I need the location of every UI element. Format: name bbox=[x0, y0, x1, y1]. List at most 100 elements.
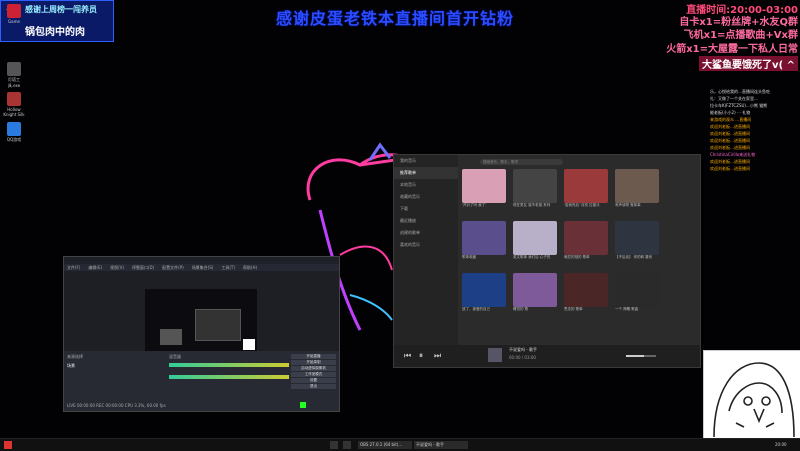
obs-control-button[interactable]: 启动虚拟摄像机 bbox=[291, 366, 336, 371]
chat-feed: 乐，心悦给我的…直播间连头鱼吃 扎：又做了一个关在家里… 拉卡车K(FZTCZSU)… bbox=[710, 88, 800, 172]
thanks-banner: 感谢皮蛋老铁本直播间首开钻粉 bbox=[275, 9, 514, 28]
music-player-window[interactable]: 我的音乐 推荐歌单 本地音乐 收藏的音乐 下载 最近播放 创建的歌单 喜欢的音乐 搜索音乐，歌… bbox=[393, 154, 701, 368]
desktop-icon-label: Game bbox=[8, 19, 20, 24]
next-icon[interactable]: ⏭ bbox=[434, 351, 441, 361]
album-card[interactable]: 歌单收藏 bbox=[462, 221, 506, 265]
album-caption: 【不后谈】 你的和 集系 bbox=[615, 255, 653, 259]
obs-control-button[interactable]: 退出 bbox=[291, 384, 336, 389]
taskbar-item-obs[interactable]: OBS 27.0.1 (64 bit)… bbox=[358, 441, 412, 449]
badge-title: 感谢上周榜一闯养员 bbox=[25, 5, 97, 14]
album-card[interactable]: 现在男友 感不老感 系列 bbox=[513, 169, 557, 213]
chat-message: 拉卡车K(FZTCZSU)…小熊 猫熊 bbox=[710, 103, 768, 108]
audio-meter-2 bbox=[169, 375, 289, 379]
album-caption: '开扒了吗 我了' bbox=[462, 203, 487, 207]
album-cover bbox=[615, 273, 659, 307]
obs-control-button[interactable]: 开始直播 bbox=[291, 354, 336, 359]
taskbar: OBS 27.0.1 (64 bit)… 不说爱吗 - 歌手 20:00 bbox=[0, 438, 800, 451]
obs-menu-item[interactable]: 工具(T) bbox=[221, 265, 235, 270]
chat-message: 欢迎刘老板…进直播间 bbox=[710, 138, 750, 143]
chat-message: 欢迎刘老板…进直播间 bbox=[710, 159, 750, 164]
album-caption: 一个 神雕 歌曲 bbox=[615, 307, 639, 311]
app-icon bbox=[7, 62, 21, 76]
album-card[interactable]: 放了，被爱的自己 bbox=[462, 273, 506, 317]
obs-control-button[interactable]: 开始录制 bbox=[291, 360, 336, 365]
album-card[interactable]: 一个 神雕 歌曲 bbox=[615, 273, 659, 317]
music-sidebar-item[interactable]: 喜欢的音乐 bbox=[394, 239, 458, 251]
chat-message: 能老板(小小2) ⋯ 礼物 bbox=[710, 110, 751, 115]
album-cover bbox=[513, 221, 557, 255]
desktop-icon-label: 灯塔工具.exe bbox=[7, 77, 21, 88]
album-cover bbox=[462, 273, 506, 307]
album-cover bbox=[615, 221, 659, 255]
album-card[interactable]: 思念的 歌单 bbox=[564, 273, 608, 317]
album-card[interactable]: 有声读物 鬼故事 bbox=[615, 169, 659, 213]
start-icon[interactable] bbox=[4, 441, 12, 449]
music-search-input[interactable]: 搜索音乐，歌手，歌词 bbox=[480, 159, 563, 165]
app-icon bbox=[7, 122, 21, 136]
overlay-line-5: 大鲨鱼要饿死了v( ^ bbox=[699, 56, 798, 71]
album-caption: 放了，被爱的自己 bbox=[462, 307, 490, 311]
music-sidebar-item[interactable]: 下载 bbox=[394, 203, 458, 215]
album-cover bbox=[513, 169, 557, 203]
album-card[interactable]: 睡觉的 歌 bbox=[513, 273, 557, 317]
badge-name: 锅包肉中的肉 bbox=[25, 27, 85, 38]
overlay-line-3: 飞机x1=点播歌曲+Vx群 bbox=[683, 30, 798, 41]
music-sidebar-item[interactable]: 我的音乐 bbox=[394, 155, 458, 167]
hooded-bird-doodle bbox=[713, 362, 795, 438]
music-sidebar-item[interactable]: 推荐歌单 bbox=[394, 167, 458, 179]
album-cover bbox=[564, 273, 608, 307]
music-sidebar-item[interactable]: 最近播放 bbox=[394, 215, 458, 227]
pause-icon[interactable]: ⏸ bbox=[419, 351, 423, 361]
album-cover bbox=[564, 221, 608, 255]
prev-icon[interactable]: ⏮ bbox=[404, 351, 411, 361]
desktop-icon[interactable]: Game bbox=[3, 4, 25, 24]
obs-menu-item[interactable]: 文件(F) bbox=[67, 265, 80, 270]
obs-menu-item[interactable]: 视图(V) bbox=[110, 265, 124, 270]
obs-menu-item[interactable]: 配置文件(P) bbox=[162, 265, 184, 270]
scene-item[interactable]: 场景 bbox=[67, 363, 75, 369]
desktop-icon[interactable]: 灯塔工具.exe bbox=[3, 62, 25, 89]
desktop-icon-label: Hollow Knight Silk bbox=[3, 107, 25, 117]
album-card[interactable]: 英文歌单 我们后 心子的 bbox=[513, 221, 557, 265]
audio-meter-1 bbox=[169, 363, 289, 367]
music-sidebar-item[interactable]: 创建的歌单 bbox=[394, 227, 458, 239]
app-icon bbox=[7, 92, 21, 106]
album-card[interactable]: 暗恋的相的 歌单 bbox=[564, 221, 608, 265]
desktop-icon[interactable]: Hollow Knight Silk bbox=[3, 92, 25, 117]
volume-slider[interactable] bbox=[626, 355, 656, 357]
obs-menu-item[interactable]: 帮助(H) bbox=[243, 265, 257, 270]
taskbar-clock: 20:00 bbox=[775, 442, 787, 447]
album-card[interactable]: '开扒了吗 我了' bbox=[462, 169, 506, 213]
obs-control-button[interactable]: 工作室模式 bbox=[291, 372, 336, 377]
music-sidebar-item[interactable]: 本地音乐 bbox=[394, 179, 458, 191]
webcam-avatar bbox=[703, 350, 800, 440]
app-icon bbox=[7, 4, 21, 18]
music-playbar: ⏮ ⏸ ⏭ 不说爱吗 - 歌手 00:00 / 03:00 bbox=[394, 345, 700, 367]
scenes-title: 来源选择 bbox=[67, 354, 83, 359]
taskview-icon[interactable] bbox=[343, 441, 351, 449]
chat-message: ChristinaCirillo来送礼物 bbox=[710, 152, 756, 157]
chat-message: 来游戏的观众 …直播间 bbox=[710, 117, 752, 122]
album-caption: 睡觉的 歌 bbox=[513, 307, 529, 311]
search-icon[interactable] bbox=[330, 441, 338, 449]
obs-menu-item[interactable]: 停靠窗口(D) bbox=[132, 265, 154, 270]
obs-window[interactable]: 文件(F) 编辑(E) 视图(V) 停靠窗口(D) 配置文件(P) 场景集合(S) 工具(T… bbox=[63, 256, 340, 412]
obs-menubar[interactable]: 文件(F) 编辑(E) 视图(V) 停靠窗口(D) 配置文件(P) 场景集合(S) 工具(T… bbox=[64, 264, 339, 271]
album-caption: 有声读物 鬼故事 bbox=[615, 203, 641, 207]
album-cover bbox=[462, 169, 506, 203]
album-card[interactable]: 【不后谈】 你的和 集系 bbox=[615, 221, 659, 265]
chat-message: 乐，心悦给我的…直播间连头鱼吃 bbox=[710, 89, 770, 94]
album-card[interactable]: '若我死后' 月亮 拉普沃 bbox=[564, 169, 608, 213]
obs-canvas bbox=[145, 289, 257, 351]
obs-menu-item[interactable]: 场景集合(S) bbox=[192, 265, 214, 270]
desktop-icon-label: QQ游戏 bbox=[6, 137, 22, 142]
music-topbar: 搜索音乐，歌手，歌词 bbox=[458, 155, 700, 169]
taskbar-item-music[interactable]: 不说爱吗 - 歌手 bbox=[414, 441, 468, 449]
obs-preview[interactable] bbox=[64, 271, 339, 351]
album-caption: '若我死后' 月亮 拉普沃 bbox=[564, 203, 600, 207]
obs-control-button[interactable]: 设置 bbox=[291, 378, 336, 383]
obs-titlebar[interactable] bbox=[64, 257, 339, 264]
music-sidebar-item[interactable]: 收藏的音乐 bbox=[394, 191, 458, 203]
desktop-icon[interactable]: QQ游戏 bbox=[3, 122, 25, 143]
obs-menu-item[interactable]: 编辑(E) bbox=[88, 265, 102, 270]
